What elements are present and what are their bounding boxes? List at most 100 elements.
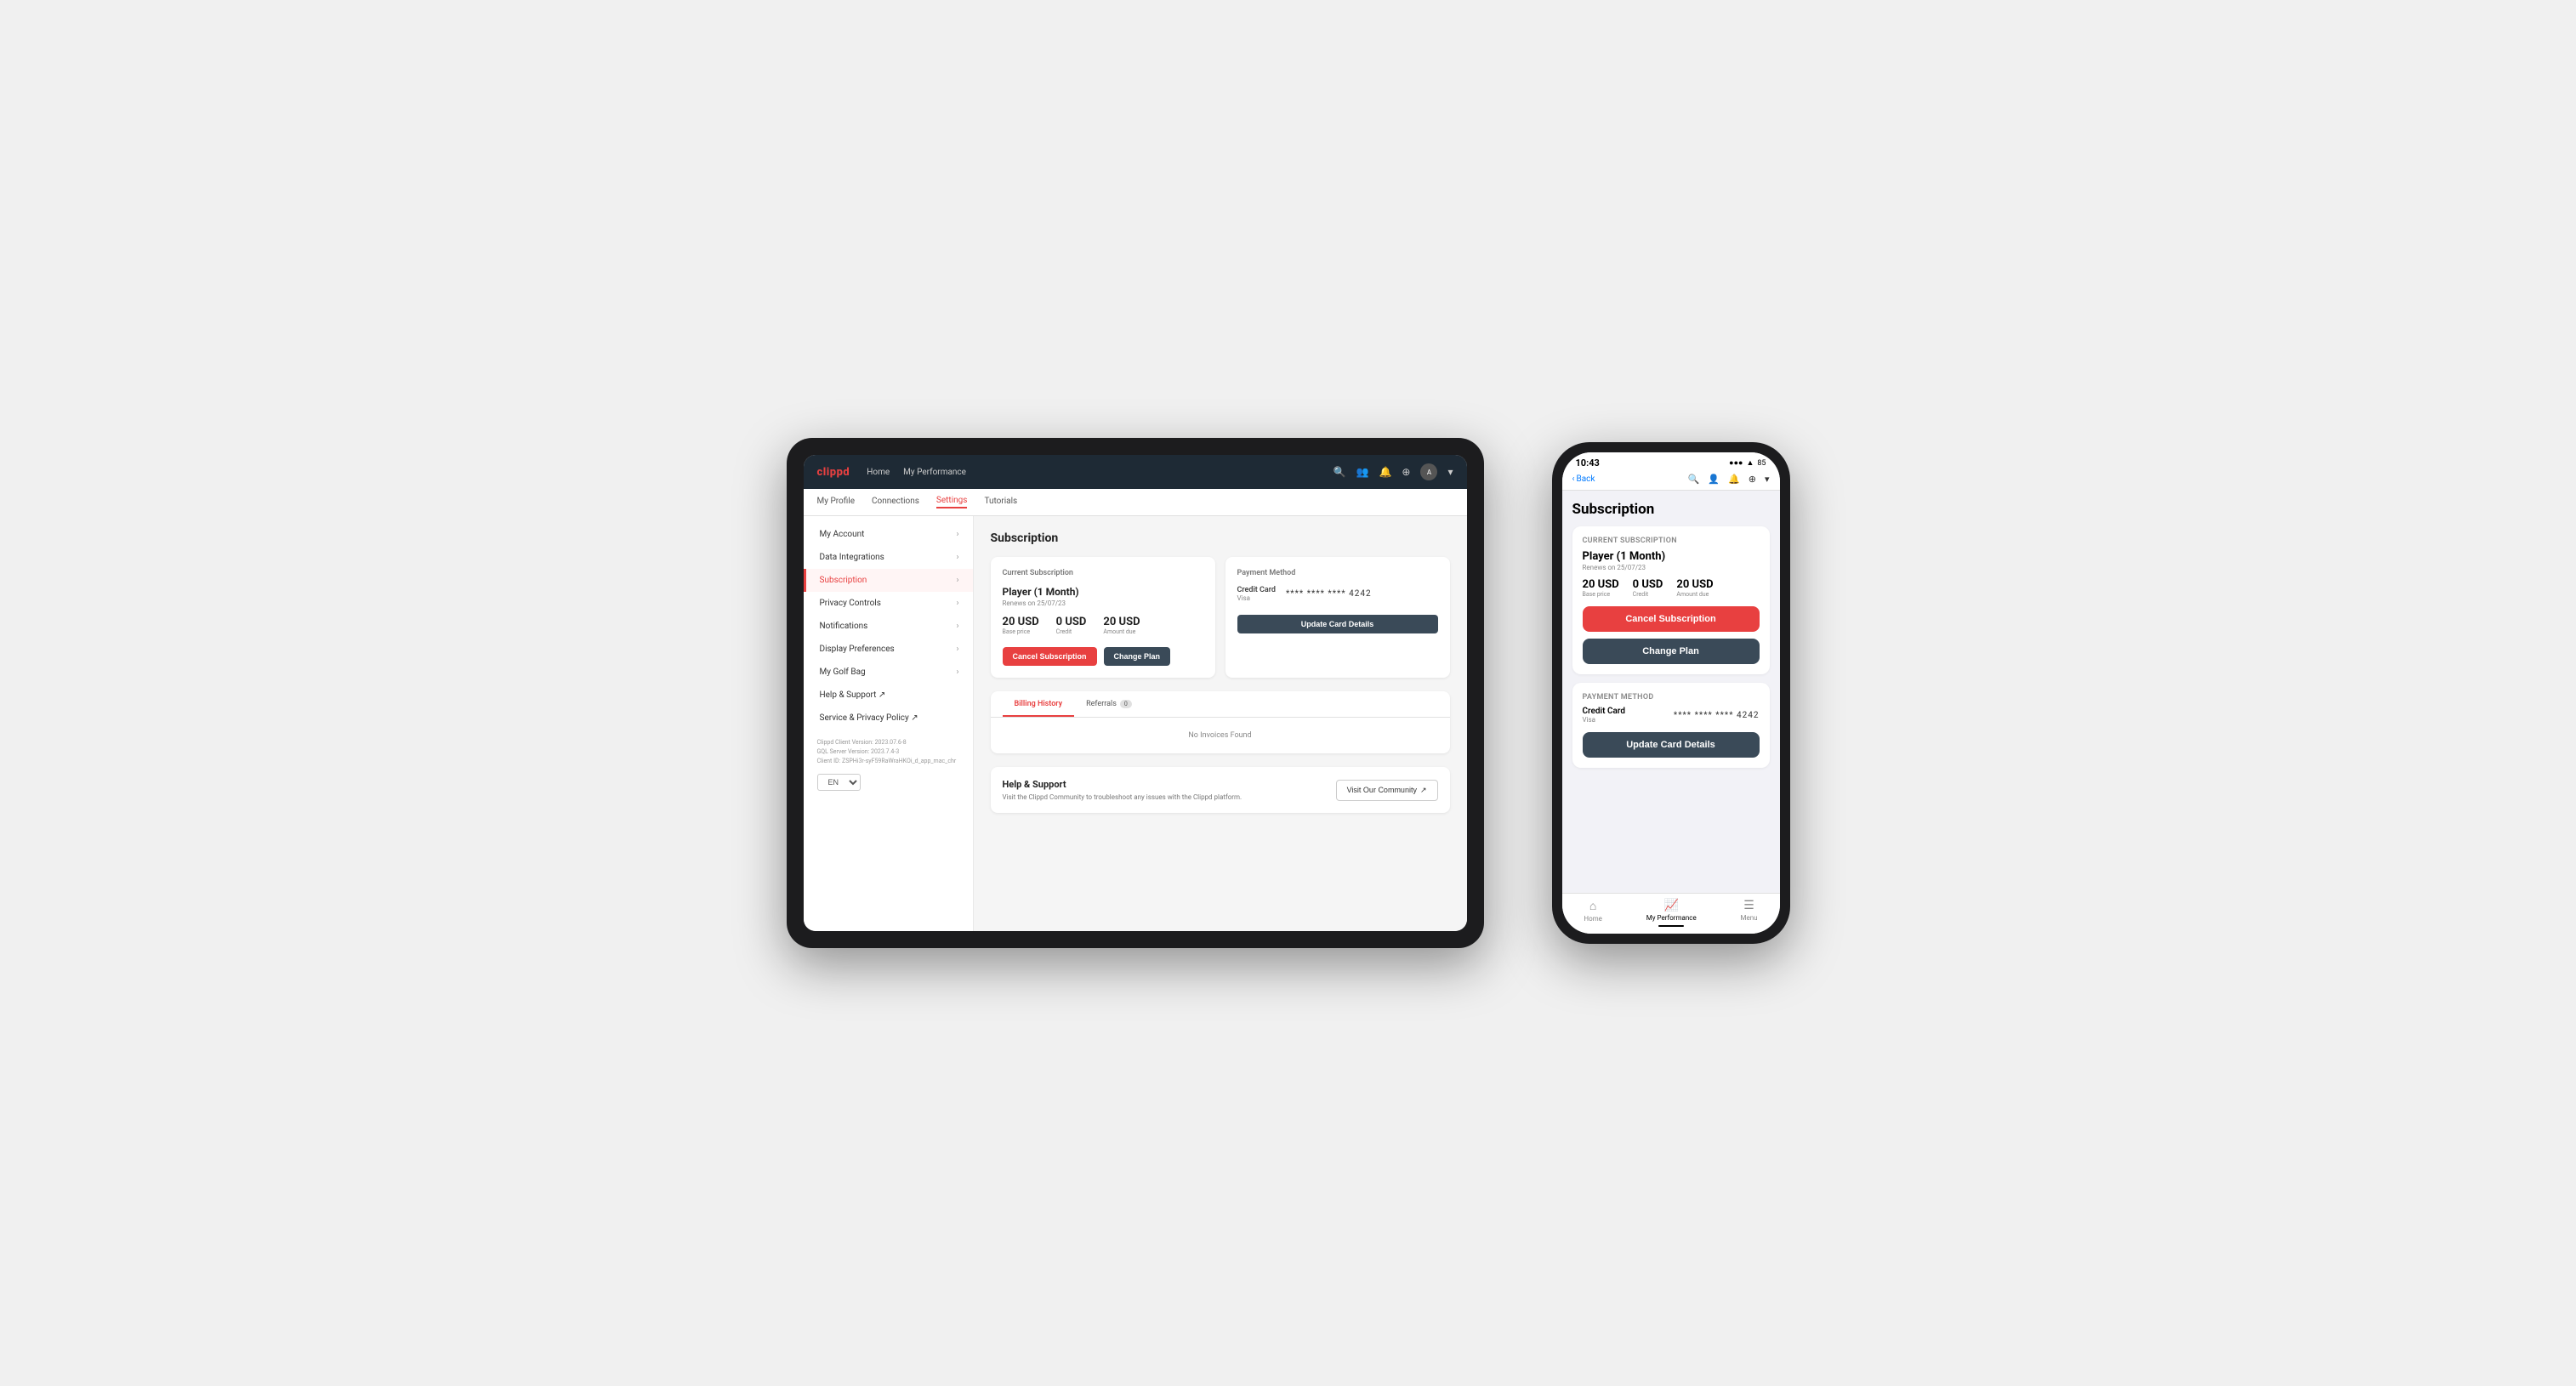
sidebar-item-display-preferences[interactable]: Display Preferences ›	[804, 638, 973, 661]
chevron-right-icon: ›	[956, 622, 958, 631]
chevron-down-icon: ▾	[1765, 474, 1770, 485]
payment-method-label: Payment Method	[1237, 569, 1438, 577]
update-card-button[interactable]: Update Card Details	[1237, 615, 1438, 633]
phone-status-bar: 10:43 ●●● ▲ 85	[1562, 452, 1780, 470]
sidebar-item-data-integrations[interactable]: Data Integrations ›	[804, 546, 973, 569]
base-price-item: 20 USD Base price	[1003, 616, 1039, 635]
credit-label: Credit	[1056, 628, 1087, 635]
app-logo: clippd	[817, 466, 850, 479]
external-link-icon: ↗	[1420, 786, 1427, 795]
base-price-label: Base price	[1003, 628, 1039, 635]
subnav-tutorials[interactable]: Tutorials	[984, 497, 1017, 508]
card-number: **** **** **** 4242	[1286, 589, 1372, 599]
plus-icon[interactable]: ⊕	[1402, 466, 1410, 478]
search-icon[interactable]: 🔍	[1688, 474, 1700, 485]
subnav-connections[interactable]: Connections	[872, 497, 919, 508]
users-icon[interactable]: 👥	[1356, 466, 1369, 478]
menu-label: Menu	[1741, 914, 1758, 922]
home-icon: ⌂	[1589, 899, 1596, 913]
subnav-my-profile[interactable]: My Profile	[817, 497, 856, 508]
language-select[interactable]: EN	[817, 774, 861, 791]
back-button[interactable]: ‹ Back	[1572, 474, 1595, 484]
signal-icon: ●●●	[1729, 458, 1743, 468]
base-price-value: 20 USD	[1003, 616, 1039, 628]
phone-cancel-subscription-button[interactable]: Cancel Subscription	[1583, 606, 1760, 632]
chevron-right-icon: ›	[956, 667, 958, 677]
bell-icon[interactable]: 🔔	[1379, 466, 1391, 478]
sidebar-item-my-account[interactable]: My Account ›	[804, 523, 973, 546]
phone-device: 10:43 ●●● ▲ 85 ‹ Back 🔍 👤 🔔 ⊕ ▾ Subsc	[1552, 442, 1790, 944]
amount-due-label: Amount due	[1103, 628, 1140, 635]
sidebar-item-privacy-controls[interactable]: Privacy Controls ›	[804, 592, 973, 615]
my-performance-label: My Performance	[1646, 914, 1697, 922]
sidebar-label-help-support: Help & Support ↗	[820, 690, 886, 700]
sidebar-label-privacy-controls: Privacy Controls	[820, 599, 881, 608]
phone-payment-info: Credit Card Visa	[1583, 707, 1626, 724]
credit-value: 0 USD	[1056, 616, 1087, 628]
phone-update-card-button[interactable]: Update Card Details	[1583, 732, 1760, 758]
chevron-right-icon: ›	[956, 599, 958, 608]
nav-home[interactable]: Home	[867, 468, 890, 477]
sidebar-item-subscription[interactable]: Subscription ›	[804, 569, 973, 592]
phone-time: 10:43	[1576, 457, 1600, 469]
community-label: Visit Our Community	[1347, 786, 1417, 794]
user-icon[interactable]: 👤	[1708, 474, 1720, 485]
tablet-main-content: Subscription Current Subscription Player…	[974, 516, 1467, 931]
sidebar-label-subscription: Subscription	[820, 576, 867, 585]
phone-status-icons: ●●● ▲ 85	[1729, 458, 1766, 468]
billing-section: Billing History Referrals 0 No Invoices …	[991, 691, 1450, 753]
sidebar-item-notifications[interactable]: Notifications ›	[804, 615, 973, 638]
sidebar-item-help-support[interactable]: Help & Support ↗	[804, 684, 973, 707]
subnav-settings[interactable]: Settings	[936, 496, 968, 508]
phone-tab-bar: ⌂ Home 📈 My Performance ☰ Menu	[1562, 893, 1780, 934]
phone-amount-due: 20 USD Amount due	[1676, 578, 1713, 598]
phone-payment-method-card: Payment Method Credit Card Visa **** ***…	[1572, 683, 1770, 768]
phone-pricing: 20 USD Base price 0 USD Credit 20 USD Am…	[1583, 578, 1760, 598]
payment-label-group: Credit Card Visa	[1237, 586, 1277, 602]
phone-card-number: **** **** **** 4242	[1674, 711, 1760, 720]
plus-icon[interactable]: ⊕	[1749, 474, 1756, 485]
cancel-subscription-button[interactable]: Cancel Subscription	[1003, 647, 1097, 666]
tab-referrals[interactable]: Referrals 0	[1074, 691, 1144, 717]
phone-credit: 0 USD Credit	[1633, 578, 1663, 598]
version-info-2: GQL Server Version: 2023.7.4-3	[817, 747, 959, 757]
sidebar-item-service-privacy-policy[interactable]: Service & Privacy Policy ↗	[804, 707, 973, 730]
phone-tab-menu[interactable]: ☰ Menu	[1741, 899, 1758, 927]
change-plan-button[interactable]: Change Plan	[1104, 647, 1171, 666]
phone-change-plan-button[interactable]: Change Plan	[1583, 639, 1760, 664]
tablet-nav-icons: 🔍 👥 🔔 ⊕ A ▾	[1333, 463, 1453, 480]
phone-plan-renew: Renews on 25/07/23	[1583, 564, 1760, 571]
billing-tabs: Billing History Referrals 0	[991, 691, 1450, 718]
phone-tab-home[interactable]: ⌂ Home	[1584, 899, 1602, 927]
subscription-cards-row: Current Subscription Player (1 Month) Re…	[991, 557, 1450, 678]
visit-community-button[interactable]: Visit Our Community ↗	[1336, 780, 1438, 801]
tablet-subnav: My Profile Connections Settings Tutorial…	[804, 489, 1467, 516]
plan-pricing: 20 USD Base price 0 USD Credit 20 USD Am…	[1003, 616, 1203, 635]
avatar[interactable]: A	[1420, 463, 1437, 480]
sidebar-label-my-golf-bag: My Golf Bag	[820, 667, 866, 677]
phone-payment-row: Credit Card Visa **** **** **** 4242	[1583, 707, 1760, 724]
tablet-navbar: clippd Home My Performance 🔍 👥 🔔 ⊕ A ▾	[804, 455, 1467, 489]
bell-icon[interactable]: 🔔	[1728, 474, 1740, 485]
payment-method-card: Payment Method Credit Card Visa **** ***…	[1225, 557, 1450, 678]
current-subscription-label: Current Subscription	[1003, 569, 1203, 577]
phone-main-content: Subscription Current Subscription Player…	[1562, 491, 1780, 893]
active-tab-indicator	[1658, 925, 1684, 927]
nav-my-performance[interactable]: My Performance	[903, 468, 966, 477]
phone-page-title: Subscription	[1572, 501, 1770, 518]
phone-screen: 10:43 ●●● ▲ 85 ‹ Back 🔍 👤 🔔 ⊕ ▾ Subsc	[1562, 452, 1780, 934]
battery-icon: 85	[1757, 459, 1766, 468]
sidebar-item-my-golf-bag[interactable]: My Golf Bag ›	[804, 661, 973, 684]
tablet-nav-links: Home My Performance	[867, 468, 966, 477]
tablet-screen: clippd Home My Performance 🔍 👥 🔔 ⊕ A ▾ M…	[804, 455, 1467, 931]
payment-info: Credit Card Visa **** **** **** 4242	[1237, 586, 1438, 602]
search-icon[interactable]: 🔍	[1333, 466, 1346, 478]
phone-tab-my-performance[interactable]: 📈 My Performance	[1646, 899, 1697, 927]
back-label: Back	[1577, 474, 1595, 484]
phone-amount-due-value: 20 USD	[1676, 578, 1713, 591]
tab-billing-history[interactable]: Billing History	[1003, 691, 1075, 717]
phone-amount-due-label: Amount due	[1676, 591, 1713, 598]
amount-due-item: 20 USD Amount due	[1103, 616, 1140, 635]
phone-base-price-value: 20 USD	[1583, 578, 1619, 591]
version-info-1: Clippd Client Version: 2023.07.6-8	[817, 738, 959, 747]
